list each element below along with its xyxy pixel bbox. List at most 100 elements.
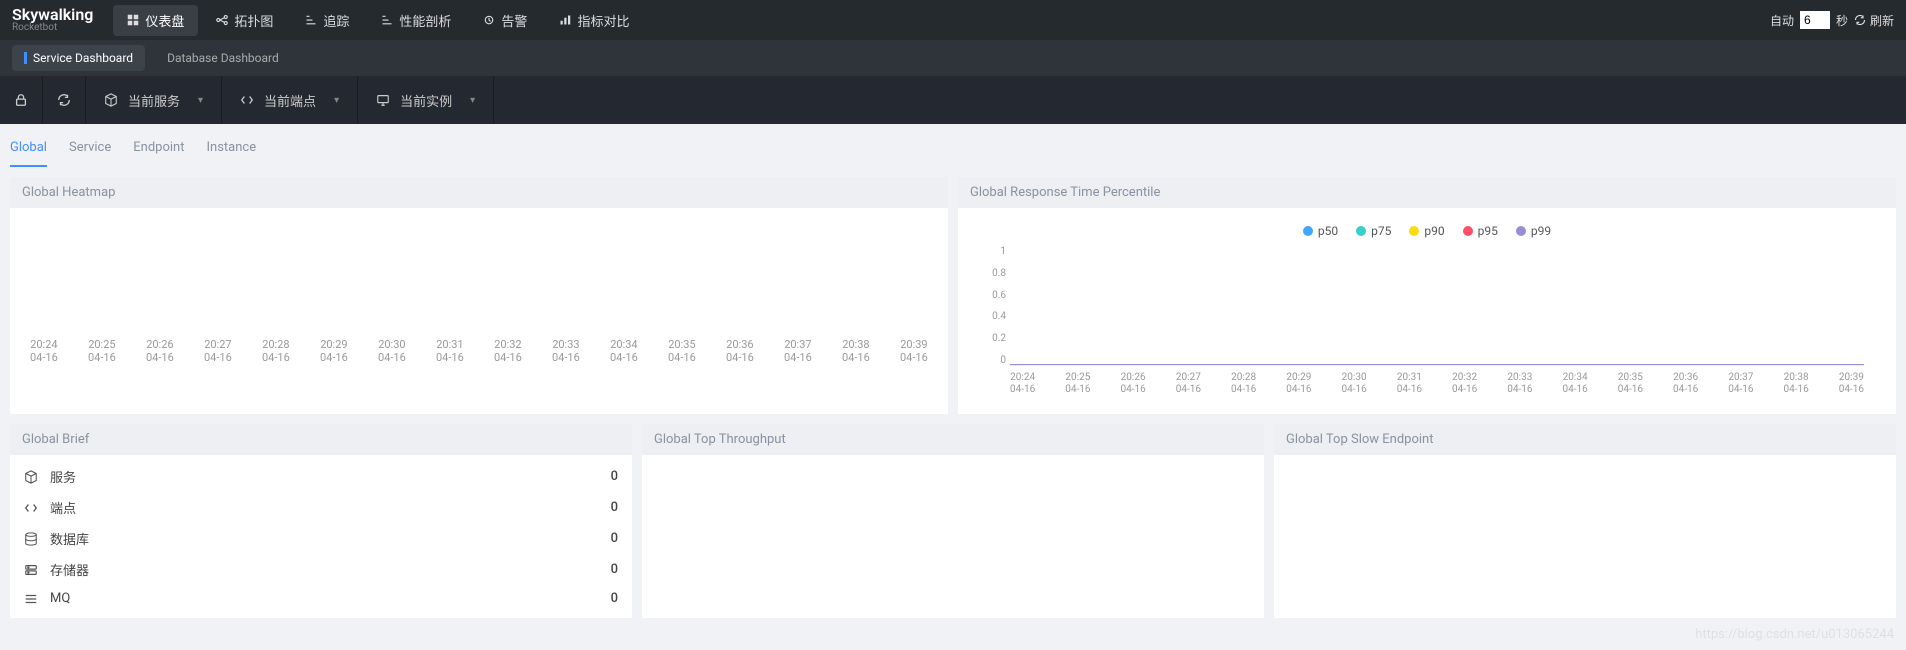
scope-tab-endpoint[interactable]: Endpoint (133, 134, 184, 167)
x-tick: 20:3304-16 (552, 338, 580, 364)
nav-label: 拓扑图 (234, 11, 273, 30)
y-tick: 0.2 (978, 333, 1006, 344)
legend-item-p95[interactable]: p95 (1463, 224, 1498, 238)
x-tick: 20:2504-16 (88, 338, 116, 364)
trace-icon (305, 14, 317, 26)
mq-icon (24, 592, 38, 606)
tab-indicator (24, 52, 27, 64)
refresh-button[interactable]: 刷新 (1854, 12, 1894, 29)
nav-item-trace[interactable]: 追踪 (291, 5, 363, 36)
legend-label: p75 (1371, 224, 1391, 238)
x-tick: 20:3704-16 (784, 338, 812, 364)
y-tick: 0.8 (978, 268, 1006, 279)
x-tick: 20:3604-16 (726, 338, 754, 364)
instance-label: 当前实例 (400, 91, 452, 110)
x-tick: 20:3204-16 (494, 338, 522, 364)
legend-dot (1463, 226, 1473, 236)
legend-label: p90 (1424, 224, 1444, 238)
scope-tab-service[interactable]: Service (69, 134, 111, 167)
x-tick: 20:3004-16 (1342, 372, 1367, 396)
y-axis: 10.80.60.40.20 (978, 246, 1006, 366)
panels-row: Global Heatmap 20:2404-1620:2504-1620:26… (0, 167, 1906, 424)
legend-label: p99 (1531, 224, 1551, 238)
top-throughput-panel: Global Top Throughput (642, 424, 1264, 618)
heatmap-panel: Global Heatmap 20:2404-1620:2504-1620:26… (10, 177, 948, 414)
endpoint-label: 当前端点 (264, 91, 316, 110)
brief-label: 存储器 (50, 560, 599, 579)
brief-row: 数据库 0 (10, 523, 632, 554)
lock-button[interactable] (0, 76, 43, 124)
x-tick: 20:3804-16 (1784, 372, 1809, 396)
top-slow-title: Global Top Slow Endpoint (1274, 424, 1896, 455)
y-tick: 0.6 (978, 290, 1006, 301)
percentile-title: Global Response Time Percentile (958, 177, 1896, 208)
auto-interval-input[interactable] (1800, 11, 1830, 29)
auto-label: 自动 (1770, 12, 1794, 29)
brief-value: 0 (611, 469, 618, 484)
scope-tabs: Global Service Endpoint Instance (0, 124, 1906, 167)
x-tick: 20:2504-16 (1065, 372, 1090, 396)
brief-value: 0 (611, 531, 618, 546)
x-tick: 20:3004-16 (378, 338, 406, 364)
scope-tab-global[interactable]: Global (10, 134, 47, 167)
service-selector[interactable]: 当前服务 ▾ (86, 76, 222, 124)
alarm-icon (483, 14, 495, 26)
legend-item-p50[interactable]: p50 (1303, 224, 1338, 238)
x-tick: 20:3204-16 (1452, 372, 1477, 396)
nav-item-alarm[interactable]: 告警 (469, 5, 541, 36)
x-tick: 20:3304-16 (1507, 372, 1532, 396)
flat-line (1010, 364, 1864, 365)
code-icon (24, 501, 38, 515)
reload-icon (57, 93, 71, 107)
brief-label: 数据库 (50, 529, 599, 548)
plot-area (1010, 246, 1864, 366)
nav-item-compare[interactable]: 指标对比 (545, 5, 643, 36)
instance-selector[interactable]: 当前实例 ▾ (358, 76, 494, 124)
x-tick: 20:3404-16 (1563, 372, 1588, 396)
brief-row: 服务0 (10, 461, 632, 492)
selector-bar: 当前服务 ▾ 当前端点 ▾ 当前实例 ▾ (0, 76, 1906, 124)
x-tick: 20:2904-16 (320, 338, 348, 364)
y-tick: 0 (978, 355, 1006, 366)
x-tick: 20:3704-16 (1728, 372, 1753, 396)
x-tick: 20:3504-16 (1618, 372, 1643, 396)
y-tick: 0.4 (978, 311, 1006, 322)
dashboard-tab[interactable]: Service Dashboard (12, 45, 145, 71)
x-tick: 20:2404-16 (30, 338, 58, 364)
refresh-icon (1854, 14, 1866, 26)
monitor-icon (376, 93, 390, 107)
legend-label: p95 (1478, 224, 1498, 238)
top-throughput-title: Global Top Throughput (642, 424, 1264, 455)
nav-label: 告警 (501, 11, 527, 30)
legend-item-p99[interactable]: p99 (1516, 224, 1551, 238)
nav-item-profile[interactable]: 性能剖析 (367, 5, 465, 36)
logo-subtitle: Rocketbot (12, 23, 93, 33)
percentile-chart: 10.80.60.40.20 (1010, 246, 1864, 366)
nav-item-dashboard[interactable]: 仪表盘 (113, 5, 198, 36)
top-slow-panel: Global Top Slow Endpoint (1274, 424, 1896, 618)
nav-items: 仪表盘 拓扑图追踪 性能剖析 告警指标对比 (113, 5, 643, 36)
dashboard-tab[interactable]: Database Dashboard (155, 45, 291, 71)
refresh-label: 刷新 (1870, 12, 1894, 29)
x-tick: 20:3904-16 (1839, 372, 1864, 396)
nav-label: 性能剖析 (399, 11, 451, 30)
legend-label: p50 (1318, 224, 1338, 238)
heatmap-title: Global Heatmap (10, 177, 948, 208)
brief-label: 端点 (50, 498, 599, 517)
brief-row: MQ0 (10, 585, 632, 612)
nav-item-topology[interactable]: 拓扑图 (202, 5, 287, 36)
percentile-legend: p50 p75 p90 p95 p99 (970, 216, 1884, 246)
storage-icon (24, 563, 38, 577)
service-label: 当前服务 (128, 91, 180, 110)
legend-item-p75[interactable]: p75 (1356, 224, 1391, 238)
legend-item-p90[interactable]: p90 (1409, 224, 1444, 238)
brief-row: 端点0 (10, 492, 632, 523)
endpoint-selector[interactable]: 当前端点 ▾ (222, 76, 358, 124)
reload-button[interactable] (43, 76, 86, 124)
chevron-down-icon: ▾ (334, 95, 339, 106)
auto-unit: 秒 (1836, 12, 1848, 29)
scope-tab-instance[interactable]: Instance (206, 134, 256, 167)
legend-dot (1516, 226, 1526, 236)
x-tick: 20:2404-16 (1010, 372, 1035, 396)
nav-label: 仪表盘 (145, 11, 184, 30)
